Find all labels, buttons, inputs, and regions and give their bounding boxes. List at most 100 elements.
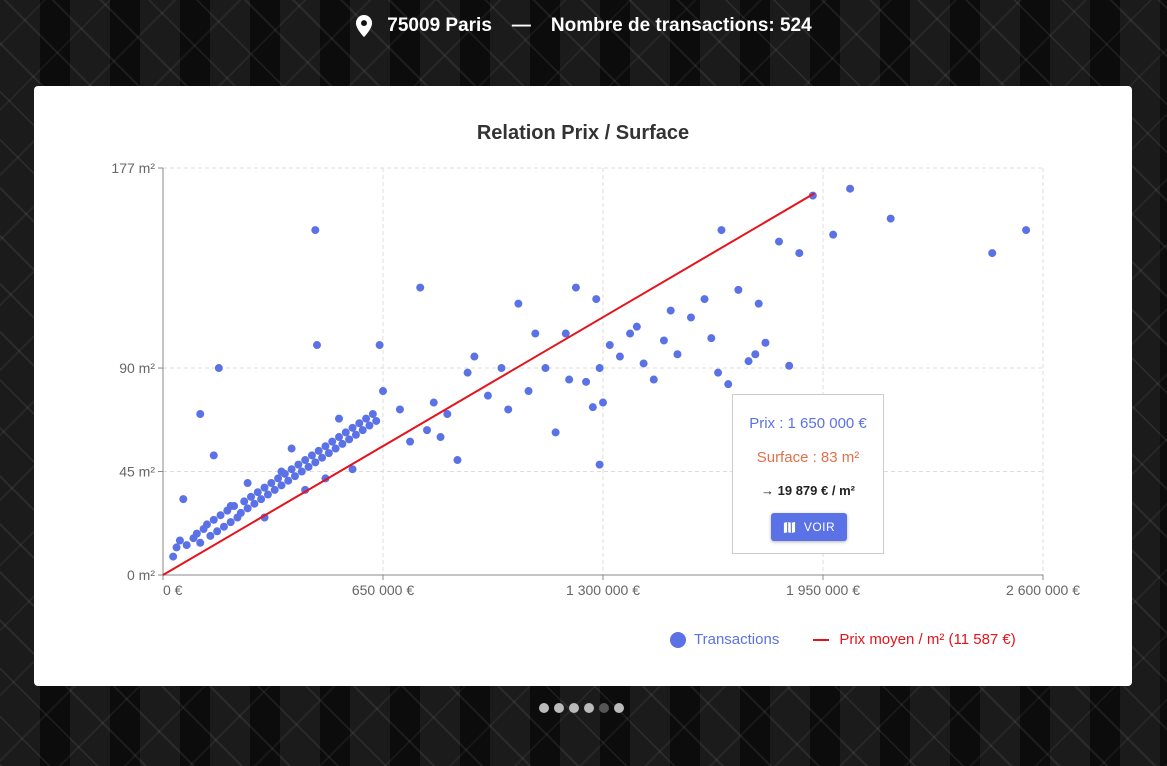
transaction-point [219, 522, 228, 531]
transaction-point [379, 387, 387, 396]
transaction-point [416, 283, 425, 292]
map-icon [783, 521, 795, 533]
legend-avg-price-label[interactable]: Prix moyen / m² (11 587 €) [839, 631, 1015, 648]
transaction-point [443, 410, 452, 419]
transaction-point [659, 336, 668, 345]
tooltip-price: Prix : 1 650 000 € [749, 415, 867, 432]
transaction-point [551, 428, 560, 437]
carousel-dot[interactable] [614, 703, 624, 713]
transaction-point [213, 527, 222, 536]
tooltip-surface: Surface : 83 m² [756, 449, 860, 466]
transaction-point [754, 299, 763, 308]
carousel-dot[interactable] [584, 703, 594, 713]
transaction-point [250, 499, 259, 508]
transaction-point [717, 226, 726, 235]
transaction-point [395, 405, 404, 414]
transaction-point [243, 504, 252, 513]
transaction-point [524, 387, 533, 396]
transaction-point [483, 391, 492, 400]
carousel-dot[interactable] [554, 703, 564, 713]
transaction-point [307, 451, 316, 460]
transaction-point [724, 380, 733, 389]
transaction-point [588, 403, 597, 412]
transaction-point [274, 474, 283, 483]
view-button-label: VOIR [803, 520, 836, 534]
transaction-point [504, 405, 513, 414]
transaction-point [423, 426, 431, 435]
transaction-point [304, 462, 313, 471]
transaction-point [463, 368, 472, 377]
transaction-point [988, 249, 997, 258]
header-separator: — [511, 15, 531, 36]
transaction-point [582, 377, 591, 386]
carousel-dot[interactable] [539, 703, 549, 713]
avg-price-line [162, 192, 816, 576]
transaction-point [196, 538, 205, 547]
transaction-point [179, 495, 188, 504]
transaction-point [829, 230, 838, 239]
transaction-point [666, 306, 675, 315]
transaction-point [328, 437, 337, 446]
transaction-point [182, 541, 191, 550]
transaction-point [335, 414, 343, 423]
transaction-point [592, 295, 601, 304]
transaction-point [311, 226, 320, 235]
transaction-point [263, 490, 272, 499]
x-tick-label: 650 000 € [352, 582, 414, 598]
transaction-point [324, 449, 333, 458]
transaction-point [362, 414, 371, 423]
transaction-point [372, 416, 381, 425]
transaction-point [192, 529, 201, 538]
transaction-point [355, 419, 364, 428]
transaction-point [175, 536, 184, 545]
carousel-indicators [539, 703, 624, 713]
transaction-point [761, 338, 770, 347]
transaction-point [595, 460, 604, 469]
transaction-point [172, 543, 181, 552]
transaction-point [436, 433, 445, 442]
transaction-point [734, 285, 743, 294]
transaction-point [313, 341, 321, 350]
y-tick-label: 177 m² [111, 160, 155, 176]
legend-transactions-label[interactable]: Transactions [694, 631, 779, 648]
transaction-point [341, 428, 350, 437]
transaction-point [595, 364, 604, 373]
transaction-point [318, 453, 327, 462]
transaction-point [247, 492, 255, 501]
transaction-point [700, 295, 709, 304]
transaction-point [297, 467, 306, 476]
transaction-point [1022, 226, 1031, 235]
transaction-point [649, 375, 658, 384]
transaction-point [169, 552, 178, 561]
transaction-point [687, 313, 695, 322]
view-on-map-button[interactable]: VOIR [771, 513, 847, 541]
transaction-point [531, 329, 540, 338]
transaction-point [514, 299, 523, 308]
transaction-point [429, 398, 438, 407]
transaction-point [240, 497, 249, 506]
legend-transactions-marker [670, 631, 686, 648]
carousel-dot[interactable] [569, 703, 579, 713]
transaction-point [314, 446, 323, 455]
chart-legend: Transactions Prix moyen / m² (11 587 €) [670, 631, 1016, 648]
transaction-point [707, 334, 716, 343]
transaction-point [565, 375, 574, 384]
transaction-point [626, 329, 635, 338]
transaction-point [267, 479, 276, 488]
x-tick-label: 1 300 000 € [566, 582, 640, 598]
carousel-dot[interactable] [599, 703, 609, 713]
transaction-point [260, 483, 269, 492]
transaction-point [351, 430, 360, 439]
point-tooltip: Prix : 1 650 000 € Surface : 83 m² → 19 … [732, 394, 884, 554]
transaction-point [209, 515, 218, 524]
transaction-point [775, 237, 783, 246]
transaction-point [206, 531, 215, 540]
transaction-point [301, 456, 310, 465]
transaction-point [599, 398, 607, 407]
transaction-point [886, 214, 895, 223]
transaction-point [744, 357, 753, 366]
transaction-point [294, 460, 303, 469]
transaction-point [632, 322, 641, 331]
transaction-point [196, 410, 205, 419]
x-tick-label: 0 € [163, 582, 183, 598]
